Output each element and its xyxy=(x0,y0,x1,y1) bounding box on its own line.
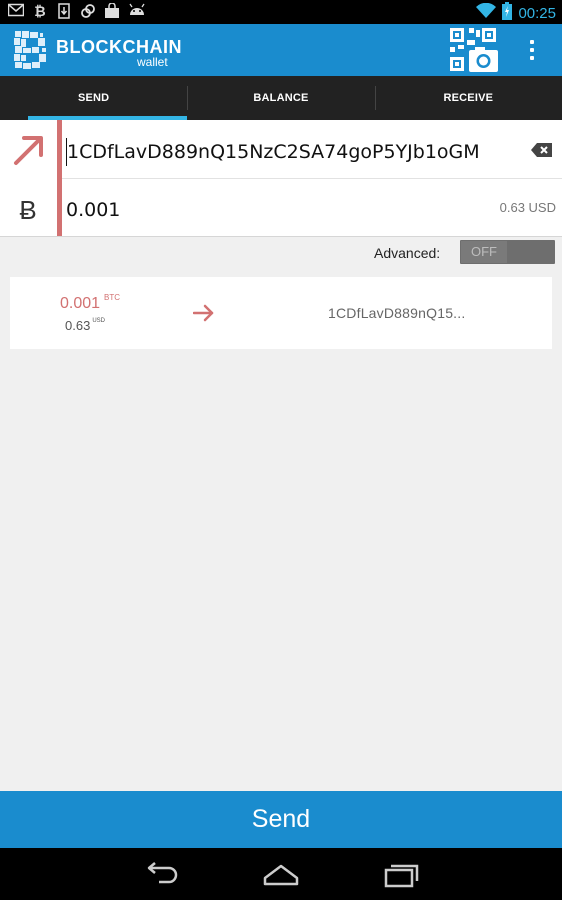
send-button[interactable]: Send xyxy=(0,791,562,848)
preview-btc-amount: 0.001 BTC xyxy=(60,293,121,313)
clear-address-icon[interactable] xyxy=(531,142,553,158)
gmail-icon xyxy=(7,3,25,19)
tab-send-label: SEND xyxy=(77,92,110,104)
home-icon[interactable] xyxy=(261,860,301,888)
preview-usd-amount: 0.63 USD xyxy=(65,318,105,333)
tab-receive-label: RECEIVE xyxy=(443,92,494,104)
clock-time: 00:25 xyxy=(518,4,556,22)
qr-camera-icon xyxy=(450,28,498,72)
preview-recipient-address: 1CDfLavD889nQ15... xyxy=(328,305,466,321)
bitcoin-currency-icon: Ƀ xyxy=(19,195,37,225)
recent-apps-icon[interactable] xyxy=(382,860,422,888)
blockchain-logo-icon xyxy=(12,29,48,71)
preview-usd-value: 0.63 xyxy=(65,318,91,333)
usd-equivalent: 0.63 USD xyxy=(499,200,556,215)
scan-qr-button[interactable] xyxy=(449,27,499,73)
android-icon xyxy=(128,3,145,19)
right-arrow-icon xyxy=(192,304,215,322)
tab-receive[interactable]: RECEIVE xyxy=(374,76,562,120)
amount-input[interactable] xyxy=(66,196,366,224)
brand-title: BLOCKCHAIN xyxy=(56,37,182,57)
preview-usd-unit: USD xyxy=(92,318,105,324)
transaction-preview: 0.001 BTC 0.63 USD 1CDfLavD889nQ15... xyxy=(10,277,552,349)
tab-send[interactable]: SEND xyxy=(0,76,188,120)
bitcoin-icon: ₿ xyxy=(34,3,46,19)
brand-subtitle: wallet xyxy=(137,55,168,69)
advanced-label: Advanced: xyxy=(374,245,441,261)
preview-btc-unit: BTC xyxy=(104,293,121,302)
send-arrow-icon xyxy=(12,133,46,167)
recipient-address-input[interactable] xyxy=(66,138,517,166)
tab-balance-label: BALANCE xyxy=(253,92,309,104)
form-divider xyxy=(62,178,562,179)
send-form: Ƀ 0.63 USD xyxy=(0,120,562,237)
overflow-menu-icon[interactable] xyxy=(522,38,542,62)
wifi-icon xyxy=(476,2,497,24)
advanced-toggle[interactable]: OFF xyxy=(460,240,555,264)
tab-bar: SEND BALANCE RECEIVE xyxy=(0,76,562,120)
sync-icon xyxy=(80,3,96,19)
tab-balance[interactable]: BALANCE xyxy=(187,76,374,120)
preview-btc-value: 0.001 xyxy=(60,295,101,312)
shopping-bag-icon xyxy=(104,2,120,19)
status-bar: ₿ 00:25 xyxy=(0,0,562,24)
battery-icon xyxy=(502,2,513,25)
toggle-state: OFF xyxy=(461,241,507,263)
sim-download-icon xyxy=(56,3,72,19)
system-nav-bar xyxy=(0,848,562,900)
action-bar: BLOCKCHAIN wallet xyxy=(0,24,562,76)
back-icon[interactable] xyxy=(141,860,181,888)
